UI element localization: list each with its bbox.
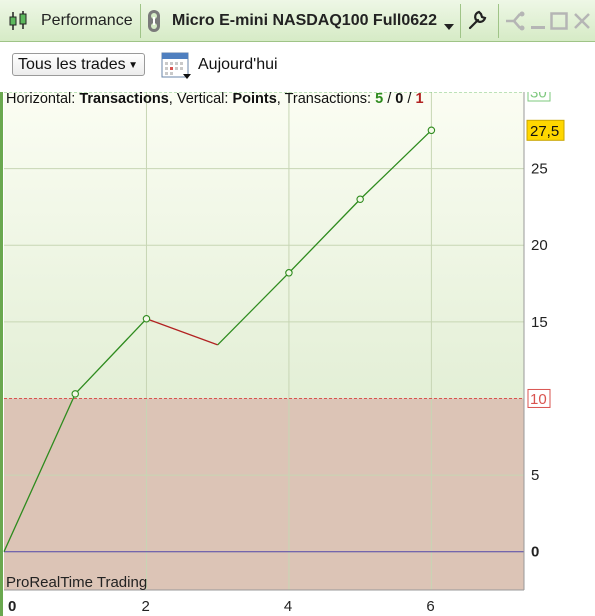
x-tick-label: 6 xyxy=(426,598,434,615)
close-icon[interactable] xyxy=(573,12,591,35)
data-point-marker xyxy=(427,126,436,135)
losing-trades-count: 1 xyxy=(415,91,424,107)
title-separator xyxy=(498,4,499,38)
horizontal-caption: Horizontal: xyxy=(6,91,80,107)
lower-threshold-label: 10 xyxy=(530,391,547,408)
chevron-down-icon: ▼ xyxy=(128,60,138,71)
vertical-caption: , Vertical: xyxy=(168,91,233,107)
transactions-caption: , Transactions: xyxy=(276,91,376,107)
y-tick-label: 20 xyxy=(531,237,548,254)
title-bar: Performance Micro E-mini NASDAQ100 Full0… xyxy=(0,0,595,42)
maximize-icon[interactable] xyxy=(550,12,568,35)
count-separator: / xyxy=(403,91,416,107)
credit-text: ProRealTime Trading xyxy=(6,574,148,591)
data-point-marker xyxy=(356,195,364,204)
trade-filter-label: Tous les trades xyxy=(18,56,126,73)
date-range-label[interactable]: Aujourd'hui xyxy=(198,56,278,74)
y-tick-label: 5 xyxy=(531,467,539,484)
count-separator: / xyxy=(383,91,396,107)
data-point-marker xyxy=(285,269,293,277)
instrument-selector[interactable]: Micro E-mini NASDAQ100 Full0622 xyxy=(172,12,437,30)
horizontal-value: Transactions xyxy=(79,91,169,107)
trade-filter-dropdown[interactable]: Tous les trades ▼ xyxy=(12,53,145,76)
chevron-down-icon[interactable] xyxy=(444,18,454,36)
x-tick-label: 0 xyxy=(8,598,16,615)
chart-info-line: Horizontal: Transactions, Vertical: Poin… xyxy=(6,91,424,107)
minimize-icon[interactable] xyxy=(530,12,546,35)
equity-curve-chart: 051520250 2 4 6301027,5 xyxy=(3,92,565,615)
upper-threshold-label: 30 xyxy=(530,92,547,102)
calendar-icon[interactable] xyxy=(161,50,193,85)
vertical-value: Points xyxy=(232,91,277,107)
loss-zone xyxy=(4,398,524,590)
y-tick-label: 25 xyxy=(531,161,548,178)
wrench-icon[interactable] xyxy=(466,9,488,36)
x-tick-label: 4 xyxy=(284,598,292,615)
y-tick-label: 15 xyxy=(531,314,548,331)
data-point-marker xyxy=(71,390,79,398)
detach-icon[interactable] xyxy=(504,10,528,37)
x-tick-label: 2 xyxy=(141,598,149,615)
window-title: Performance xyxy=(41,12,133,29)
y-tick-label: 0 xyxy=(531,544,539,561)
winning-trades-count: 5 xyxy=(375,91,384,107)
title-separator xyxy=(140,4,141,38)
data-point-marker xyxy=(142,315,151,323)
title-separator xyxy=(460,4,461,38)
last-value-label: 27,5 xyxy=(530,123,559,140)
link-icon[interactable] xyxy=(146,9,162,38)
candlestick-icon xyxy=(8,9,32,38)
